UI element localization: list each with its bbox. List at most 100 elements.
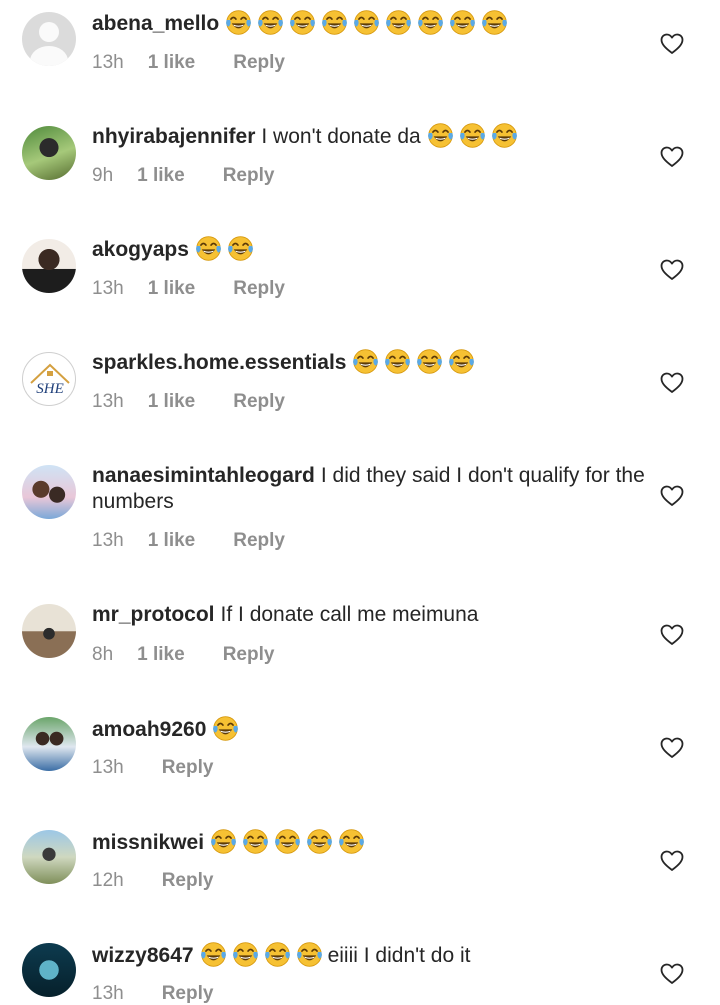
comment-username[interactable]: abena_mello xyxy=(92,12,219,35)
face-with-tears-of-joy-icon xyxy=(232,941,259,968)
emoji-group xyxy=(212,718,244,741)
comment-timestamp[interactable]: 13h xyxy=(92,530,124,552)
comment-message: If I donate call me meimuna xyxy=(220,603,479,626)
comment-username[interactable]: mr_protocol xyxy=(92,603,215,626)
heart-outline-icon[interactable] xyxy=(660,33,684,55)
face-with-tears-of-joy-icon xyxy=(416,348,443,375)
reply-button[interactable]: Reply xyxy=(233,52,285,74)
comment-username[interactable]: wizzy8647 xyxy=(92,944,194,967)
face-with-tears-of-joy-icon xyxy=(427,122,454,149)
heart-outline-icon[interactable] xyxy=(660,485,684,507)
comment-meta: 13h 1 like Reply xyxy=(92,391,285,413)
avatar[interactable] xyxy=(22,604,76,658)
comment-meta: 13h Reply xyxy=(92,757,213,779)
comment-username[interactable]: akogyaps xyxy=(92,238,189,261)
reply-button[interactable]: Reply xyxy=(162,983,214,1005)
comment-text: sparkles.home.essentials xyxy=(92,348,660,376)
comment-timestamp[interactable]: 12h xyxy=(92,870,124,892)
comment-timestamp[interactable]: 9h xyxy=(92,165,113,187)
face-with-tears-of-joy-icon xyxy=(321,9,348,36)
heart-outline-icon[interactable] xyxy=(660,146,684,168)
heart-outline-icon[interactable] xyxy=(660,850,684,872)
comment-meta: 13h 1 like Reply xyxy=(92,530,285,552)
comment-text: abena_mello xyxy=(92,9,660,37)
face-with-tears-of-joy-icon xyxy=(448,348,475,375)
face-with-tears-of-joy-icon xyxy=(306,828,333,855)
face-with-tears-of-joy-icon xyxy=(274,828,301,855)
comment-text: missnikwei xyxy=(92,828,660,856)
comment-meta: 9h 1 like Reply xyxy=(92,165,274,187)
comment-meta: 8h 1 like Reply xyxy=(92,644,274,666)
comment-username[interactable]: missnikwei xyxy=(92,831,204,854)
face-with-tears-of-joy-icon xyxy=(195,235,222,262)
comment-timestamp[interactable]: 13h xyxy=(92,983,124,1005)
comment-timestamp[interactable]: 13h xyxy=(92,278,124,300)
like-count[interactable]: 1 like xyxy=(148,278,196,300)
emoji-group xyxy=(195,238,259,261)
comment-text: nhyirabajennifer I won't donate da xyxy=(92,122,660,150)
reply-button[interactable]: Reply xyxy=(233,530,285,552)
comment-text: mr_protocol If I donate call me meimuna xyxy=(92,602,660,628)
comment-meta: 12h Reply xyxy=(92,870,213,892)
emoji-group xyxy=(352,351,480,374)
emoji-group xyxy=(210,831,370,854)
face-with-tears-of-joy-icon xyxy=(212,715,239,742)
comment-username[interactable]: nanaesimintahleogard xyxy=(92,464,315,487)
comment-text: akogyaps xyxy=(92,235,660,263)
comment-text: nanaesimintahleogard I did they said I do… xyxy=(92,463,660,515)
face-with-tears-of-joy-icon xyxy=(385,9,412,36)
like-count[interactable]: 1 like xyxy=(148,391,196,413)
comment-timestamp[interactable]: 13h xyxy=(92,52,124,74)
comment-meta: 13h 1 like Reply xyxy=(92,52,285,74)
svg-text:SHE: SHE xyxy=(36,381,64,397)
comment-meta: 13h Reply xyxy=(92,983,213,1005)
face-with-tears-of-joy-icon xyxy=(242,828,269,855)
comment-timestamp[interactable]: 13h xyxy=(92,757,124,779)
like-count[interactable]: 1 like xyxy=(137,165,185,187)
heart-outline-icon[interactable] xyxy=(660,259,684,281)
face-with-tears-of-joy-icon xyxy=(227,235,254,262)
face-with-tears-of-joy-icon xyxy=(491,122,518,149)
reply-button[interactable]: Reply xyxy=(223,644,275,666)
heart-outline-icon[interactable] xyxy=(660,963,684,985)
comment-message: I won't donate da xyxy=(261,125,421,148)
reply-button[interactable]: Reply xyxy=(233,391,285,413)
comment-timestamp[interactable]: 13h xyxy=(92,391,124,413)
face-with-tears-of-joy-icon xyxy=(417,9,444,36)
avatar[interactable] xyxy=(22,717,76,771)
comment-text: wizzy8647 eiiii I didn't do it xyxy=(92,941,660,969)
emoji-group xyxy=(200,944,328,967)
avatar[interactable] xyxy=(22,943,76,997)
like-count[interactable]: 1 like xyxy=(148,52,196,74)
face-with-tears-of-joy-icon xyxy=(225,9,252,36)
comment-meta: 13h 1 like Reply xyxy=(92,278,285,300)
reply-button[interactable]: Reply xyxy=(162,757,214,779)
avatar[interactable] xyxy=(22,830,76,884)
emoji-group xyxy=(225,12,513,35)
comment-message: eiiii I didn't do it xyxy=(327,944,471,967)
heart-outline-icon[interactable] xyxy=(660,372,684,394)
comment-timestamp[interactable]: 8h xyxy=(92,644,113,666)
reply-button[interactable]: Reply xyxy=(223,165,275,187)
reply-button[interactable]: Reply xyxy=(162,870,214,892)
comment-username[interactable]: nhyirabajennifer xyxy=(92,125,255,148)
face-with-tears-of-joy-icon xyxy=(200,941,227,968)
face-with-tears-of-joy-icon xyxy=(338,828,365,855)
avatar[interactable] xyxy=(22,239,76,293)
comment-username[interactable]: sparkles.home.essentials xyxy=(92,351,346,374)
face-with-tears-of-joy-icon xyxy=(449,9,476,36)
heart-outline-icon[interactable] xyxy=(660,624,684,646)
like-count[interactable]: 1 like xyxy=(137,644,185,666)
avatar[interactable]: SHE xyxy=(22,352,76,406)
heart-outline-icon[interactable] xyxy=(660,737,684,759)
face-with-tears-of-joy-icon xyxy=(289,9,316,36)
face-with-tears-of-joy-icon xyxy=(264,941,291,968)
avatar[interactable] xyxy=(22,465,76,519)
like-count[interactable]: 1 like xyxy=(148,530,196,552)
reply-button[interactable]: Reply xyxy=(233,278,285,300)
comment-username[interactable]: amoah9260 xyxy=(92,718,206,741)
face-with-tears-of-joy-icon xyxy=(481,9,508,36)
face-with-tears-of-joy-icon xyxy=(210,828,237,855)
avatar[interactable] xyxy=(22,126,76,180)
avatar[interactable] xyxy=(22,12,76,66)
